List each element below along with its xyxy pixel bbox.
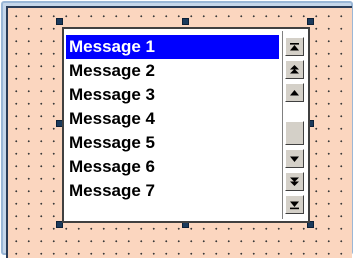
message-listbox[interactable]: Message 1 Message 2 Message 3 Message 4 … <box>62 27 310 223</box>
scroll-to-top-button[interactable] <box>285 37 304 56</box>
page-down-icon <box>290 177 299 186</box>
list-item[interactable]: Message 7 <box>66 179 279 203</box>
page-up-icon <box>290 65 299 74</box>
list-items: Message 1 Message 2 Message 3 Message 4 … <box>66 31 280 219</box>
line-down-icon <box>290 156 299 162</box>
canvas-top-edge <box>6 6 352 8</box>
list-item[interactable]: Message 6 <box>66 155 279 179</box>
list-item[interactable]: Message 4 <box>66 107 279 131</box>
line-up-icon <box>290 89 299 95</box>
scrollbar-thumb[interactable] <box>285 121 304 145</box>
list-item[interactable]: Message 5 <box>66 131 279 155</box>
scroll-to-bottom-button[interactable] <box>285 195 304 214</box>
list-item[interactable]: Message 1 <box>66 35 279 59</box>
page-down-button[interactable] <box>285 172 304 191</box>
page-up-button[interactable] <box>285 60 304 79</box>
vertical-scrollbar[interactable] <box>282 31 306 219</box>
line-down-button[interactable] <box>285 149 304 168</box>
resize-handle-top-left[interactable] <box>56 18 63 25</box>
scroll-to-bottom-icon <box>290 201 299 209</box>
resize-handle-top-center[interactable] <box>182 18 189 25</box>
resize-handle-top-right[interactable] <box>307 18 314 25</box>
list-item[interactable]: Message 2 <box>66 59 279 83</box>
scroll-to-top-icon <box>290 42 299 50</box>
list-item[interactable]: Message 3 <box>66 83 279 107</box>
line-up-button[interactable] <box>285 83 304 102</box>
canvas-left-edge <box>6 6 8 258</box>
